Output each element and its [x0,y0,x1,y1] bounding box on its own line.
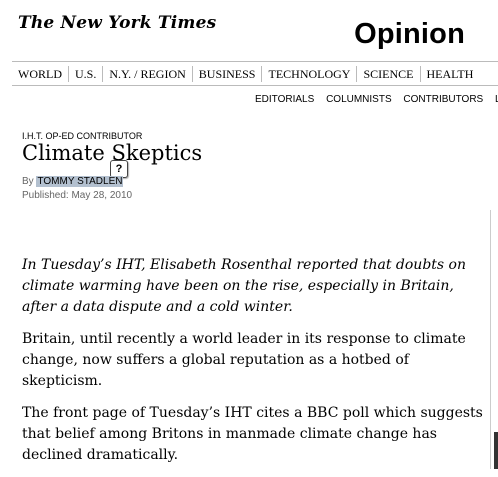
nyt-logo[interactable]: The New York Times [18,13,216,33]
nav-health[interactable]: HEALTH [421,66,480,82]
nav-science[interactable]: SCIENCE [357,65,421,82]
nav-world[interactable]: WORLD [12,65,69,82]
nav-ny-region[interactable]: N.Y. / REGION [103,65,193,82]
article-paragraph-lead: In Tuesday’s IHT, Elisabeth Rosenthal re… [22,257,466,315]
scrollbar-edge[interactable] [494,432,498,469]
byline-prefix: By [22,176,34,187]
nav-business[interactable]: BUSINESS [193,65,263,82]
author-link[interactable]: TOMMY STADLEN [36,176,124,187]
article-kicker: I.H.T. OP-ED CONTRIBUTOR [22,131,143,141]
opinion-subnav: EDITORIALS COLUMNISTS CONTRIBUTORS L [255,94,498,105]
section-title: Opinion [354,18,465,50]
subnav-contributors[interactable]: CONTRIBUTORS [403,94,483,105]
article-paragraph: Britain, until recently a world leader i… [22,331,466,389]
article-paragraph: The front page of Tuesday’s IHT cites a … [22,405,483,463]
nav-us[interactable]: U.S. [69,65,104,82]
published-date: Published: May 28, 2010 [22,190,133,201]
subnav-columnists[interactable]: COLUMNISTS [326,94,392,105]
byline: By TOMMY STADLEN [22,176,124,187]
top-navigation: WORLD U.S. N.Y. / REGION BUSINESS TECHNO… [12,61,498,86]
subnav-editorials[interactable]: EDITORIALS [255,94,314,105]
column-divider [490,210,491,469]
article-body: In Tuesday’s IHT, Elisabeth Rosenthal re… [22,255,488,477]
nav-technology[interactable]: TECHNOLOGY [262,65,358,82]
